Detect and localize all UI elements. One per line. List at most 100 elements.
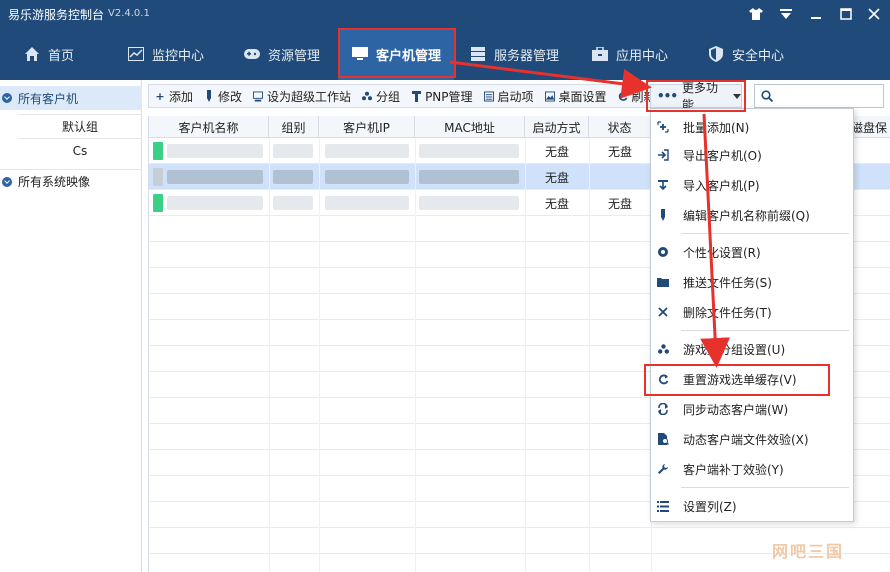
startup-button[interactable]: 启动项 (478, 85, 539, 107)
nav-resources-label: 资源管理 (268, 48, 321, 64)
nav-resources[interactable]: 资源管理 (244, 28, 320, 80)
highlight-reset-game-cache (644, 364, 830, 396)
col-status[interactable]: 状态 (589, 116, 651, 138)
tree-all-images-label: 所有系统映像 (18, 175, 91, 189)
workstation-icon (253, 90, 264, 102)
menu-dynamic-file-verify-label: 动态客户端文件效验(X) (683, 432, 809, 447)
wrench-icon (657, 463, 669, 475)
close-icon[interactable] (864, 4, 884, 24)
tree-all-images[interactable]: 所有系统映像 (0, 169, 142, 193)
col-client-ip[interactable]: 客户机IP (319, 116, 415, 138)
tree-all-clients-label: 所有客户机 (18, 91, 79, 106)
tree-all-clients[interactable]: 所有客户机 (0, 86, 142, 110)
boot-mode-cell: 无盘 (544, 196, 569, 211)
menu-game-disk-group[interactable]: 游戏盘分组设置(U) (651, 335, 853, 363)
app-title: 易乐游服务控制台 (8, 8, 105, 22)
list-icon (483, 90, 494, 102)
pnp-button[interactable]: PNP管理 (405, 85, 477, 107)
menu-sync-dynamic-client[interactable]: 同步动态客户端(W) (651, 395, 853, 423)
column-divider (319, 138, 320, 572)
menu-client-patch-verify[interactable]: 客户端补丁效验(Y) (651, 455, 853, 483)
desktop-settings-label: 桌面设置 (558, 89, 607, 104)
startup-button-label: 启动项 (497, 89, 534, 104)
menu-separator (681, 330, 849, 331)
menu-batch-add[interactable]: 批量添加(N) (651, 113, 853, 141)
menu-column-settings-label: 设置列(Z) (683, 499, 737, 514)
tree-group-cs-label: Cs (72, 143, 88, 158)
nav-monitor[interactable]: 监控中心 (128, 28, 204, 80)
nav-home[interactable]: 首页 (24, 28, 74, 80)
export-icon (657, 149, 669, 161)
search-input[interactable] (779, 87, 879, 105)
nav-security-center[interactable]: 安全中心 (708, 28, 784, 80)
redacted-ip (325, 196, 409, 210)
edit-button-label: 修改 (218, 89, 243, 104)
redacted-group (273, 144, 313, 158)
group-icon (362, 90, 373, 102)
expand-chevron-icon[interactable] (2, 176, 12, 187)
add-button[interactable]: + 添加 (149, 85, 198, 107)
menu-dynamic-file-verify[interactable]: 动态客户端文件效验(X) (651, 425, 853, 453)
status-cell: 无盘 (607, 144, 632, 159)
tree-group-cs[interactable]: Cs (18, 138, 142, 162)
offline-status-indicator (153, 168, 163, 186)
edit-pen-icon (657, 209, 669, 221)
nav-home-label: 首页 (48, 48, 75, 64)
nav-app-center-label: 应用中心 (616, 48, 669, 64)
group-button-label: 分组 (376, 89, 401, 104)
column-divider (589, 138, 590, 572)
nav-server-management[interactable]: 服务器管理 (470, 28, 559, 80)
redacted-ip (325, 144, 409, 158)
plus-icon: + (155, 89, 165, 103)
menu-separator (681, 487, 849, 488)
menu-delete-file-task[interactable]: 删除文件任务(T) (651, 298, 853, 326)
client-toolbar: + 添加 修改 设为超级工作站 分组 PNP管理 启动项 桌面设置 刷新 (148, 84, 656, 108)
menu-personalize[interactable]: 个性化设置(R) (651, 238, 853, 266)
menu-edit-name-prefix-label: 编辑客户机名称前缀(Q) (683, 208, 810, 223)
more-functions-menu: 批量添加(N) 导出客户机(O) 导入客户机(P) 编辑客户机名称前缀(Q) 个… (650, 108, 854, 522)
menu-export-clients[interactable]: 导出客户机(O) (651, 141, 853, 169)
group-button[interactable]: 分组 (356, 85, 405, 107)
gear-icon (657, 246, 669, 258)
desktop-settings-button[interactable]: 桌面设置 (539, 85, 612, 107)
col-mac[interactable]: MAC地址 (415, 116, 525, 138)
watermark-logo: 网吧三国 (772, 542, 845, 561)
menu-export-clients-label: 导出客户机(O) (683, 148, 762, 163)
redacted-name (167, 144, 263, 158)
menu-game-disk-group-label: 游戏盘分组设置(U) (683, 342, 786, 357)
search-field[interactable] (754, 84, 884, 108)
menu-import-clients[interactable]: 导入客户机(P) (651, 171, 853, 199)
gamepad-icon (244, 46, 260, 62)
minimize-icon[interactable] (806, 4, 826, 24)
boot-mode-cell: 无盘 (544, 144, 569, 159)
col-client-name[interactable]: 客户机名称 (149, 116, 269, 138)
tree-group-default[interactable]: 默认组 (18, 114, 142, 138)
menu-edit-name-prefix[interactable]: 编辑客户机名称前缀(Q) (651, 201, 853, 229)
nav-app-center[interactable]: 应用中心 (592, 28, 668, 80)
nav-server-management-label: 服务器管理 (494, 48, 560, 64)
monitor-chart-icon (128, 46, 144, 62)
menu-push-file-task-label: 推送文件任务(S) (683, 275, 772, 290)
maximize-icon[interactable] (836, 4, 856, 24)
menu-dropdown-icon[interactable] (776, 4, 796, 24)
redacted-mac (419, 170, 519, 184)
folder-icon (657, 276, 669, 288)
edit-pen-icon (204, 90, 214, 102)
menu-column-settings[interactable]: 设置列(Z) (651, 492, 853, 520)
col-boot-mode[interactable]: 启动方式 (525, 116, 589, 138)
edit-button[interactable]: 修改 (198, 85, 247, 107)
import-icon (657, 179, 669, 191)
menu-push-file-task[interactable]: 推送文件任务(S) (651, 268, 853, 296)
skin-icon[interactable] (746, 4, 766, 24)
online-status-indicator (153, 142, 163, 160)
col-group[interactable]: 组别 (269, 116, 319, 138)
pnp-icon (411, 90, 421, 102)
super-workstation-button[interactable]: 设为超级工作站 (247, 85, 356, 107)
sync-icon (657, 403, 669, 415)
redacted-name (167, 196, 263, 210)
home-icon (24, 46, 40, 62)
column-settings-icon (657, 500, 669, 512)
menu-separator (681, 233, 849, 234)
expand-chevron-icon[interactable] (2, 93, 12, 103)
menu-personalize-label: 个性化设置(R) (683, 245, 761, 260)
